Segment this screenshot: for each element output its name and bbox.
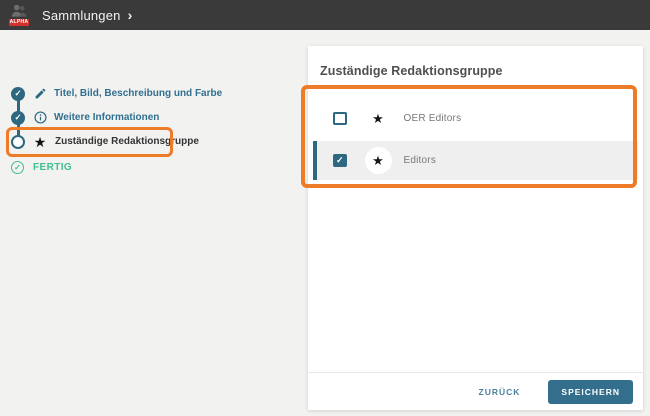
- group-row-editors[interactable]: ✓ ★ Editors: [313, 141, 638, 180]
- step-active-bullet: [11, 135, 25, 149]
- step-label: Zuständige Redaktionsgruppe: [55, 136, 199, 147]
- group-star-icon: ★: [365, 147, 392, 174]
- breadcrumb-label: Sammlungen: [42, 8, 121, 23]
- info-icon: [33, 111, 47, 125]
- panel-title: Zuständige Redaktionsgruppe: [320, 64, 503, 78]
- group-label: Editors: [404, 155, 437, 166]
- star-icon: ★: [33, 135, 47, 149]
- selected-row-indicator: [313, 141, 317, 180]
- group-label: OER Editors: [404, 113, 462, 124]
- step-label: Titel, Bild, Beschreibung und Farbe: [54, 88, 222, 99]
- footer-divider: [308, 372, 643, 373]
- stepper-step-fertig[interactable]: ✓ FERTIG: [11, 160, 72, 175]
- step-done-check-icon: ✓: [11, 87, 25, 101]
- step-finish-check-icon: ✓: [11, 161, 24, 174]
- group-row-oer-editors[interactable]: ★ OER Editors: [313, 96, 638, 141]
- alpha-badge: ALPHA: [9, 19, 29, 26]
- save-button[interactable]: SPEICHERN: [548, 380, 633, 404]
- chevron-right-icon: ›: [128, 7, 133, 23]
- back-button[interactable]: ZURÜCK: [479, 387, 521, 397]
- people-icon: [11, 4, 28, 18]
- top-bar: ALPHA Sammlungen ›: [0, 0, 650, 30]
- edit-panel: Zuständige Redaktionsgruppe ★ OER Editor…: [308, 46, 643, 410]
- step-label: Weitere Informationen: [54, 112, 159, 123]
- checkbox-editors[interactable]: ✓: [333, 154, 347, 168]
- step-done-check-icon: ✓: [11, 111, 25, 125]
- checkbox-oer-editors[interactable]: [333, 112, 347, 126]
- pencil-icon: [33, 87, 47, 101]
- stepper-step-zustaendige-redaktionsgruppe[interactable]: ★ Zuständige Redaktionsgruppe: [11, 134, 199, 149]
- app-logo[interactable]: ALPHA: [9, 4, 31, 27]
- redaktionsgruppe-list: ★ OER Editors ✓ ★ Editors: [313, 96, 638, 180]
- group-star-icon: ★: [365, 105, 392, 132]
- stepper-step-titel-bild[interactable]: ✓ Titel, Bild, Beschreibung und Farbe: [11, 86, 222, 101]
- panel-footer: ZURÜCK SPEICHERN: [479, 380, 633, 404]
- step-label: FERTIG: [33, 162, 72, 173]
- breadcrumb[interactable]: Sammlungen ›: [42, 8, 132, 23]
- stepper-step-weitere-informationen[interactable]: ✓ Weitere Informationen: [11, 110, 159, 125]
